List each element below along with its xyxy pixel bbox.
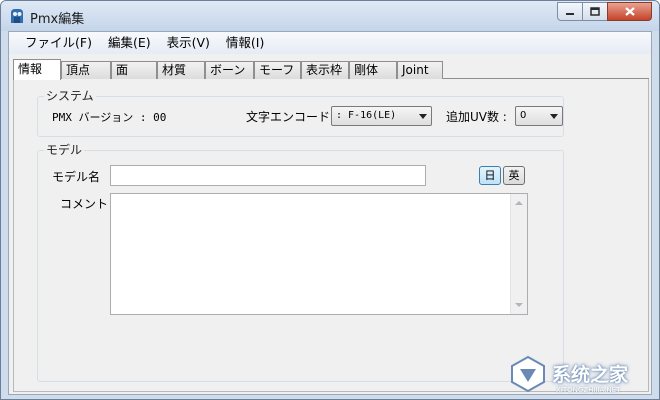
app-window: Pmx編集 ファイル(F) 編集(E) 表示(V) 情報(I) 情報 頂点 面 … <box>0 0 660 400</box>
watermark-logo-icon <box>511 355 545 393</box>
watermark: 系统之家 XITONGZHIJIA.NET <box>496 350 660 400</box>
chevron-down-icon <box>419 114 427 119</box>
menu-bar: ファイル(F) 編集(E) 表示(V) 情報(I) <box>9 32 651 54</box>
encoding-select[interactable]: : F-16(LE) <box>331 106 432 126</box>
tab-joint[interactable]: Joint <box>397 61 443 79</box>
lang-en-button[interactable]: 英 <box>503 166 525 185</box>
menu-file[interactable]: ファイル(F) <box>17 32 100 54</box>
watermark-text: 系统之家 <box>552 364 629 386</box>
scroll-up-icon[interactable] <box>515 201 523 205</box>
uv-count-select[interactable]: 0 <box>515 106 563 126</box>
tab-morph[interactable]: モーフ <box>254 61 301 79</box>
model-group: モデル モデル名 日 英 コメント <box>37 143 564 382</box>
comment-textarea[interactable] <box>110 193 528 315</box>
tab-vertex[interactable]: 頂点 <box>61 61 111 79</box>
maximize-icon <box>590 7 600 16</box>
close-icon <box>624 7 635 16</box>
menu-info[interactable]: 情報(I) <box>218 32 272 54</box>
info-panel: システム PMX バージョン : 00 文字エンコード : F-16(LE) 追… <box>13 79 649 392</box>
comment-label: コメント <box>60 197 109 211</box>
maximize-button[interactable] <box>582 2 608 21</box>
minimize-icon <box>566 12 574 15</box>
encoding-label: 文字エンコード <box>246 110 331 124</box>
menu-view[interactable]: 表示(V) <box>159 32 218 54</box>
model-group-title: モデル <box>44 143 85 157</box>
tab-material[interactable]: 材質 <box>157 61 205 79</box>
minimize-button[interactable] <box>557 2 583 21</box>
close-button[interactable] <box>607 2 652 21</box>
chevron-down-icon <box>550 114 558 119</box>
lang-jp-button[interactable]: 日 <box>479 166 501 185</box>
tab-info[interactable]: 情報 <box>13 59 61 80</box>
pmx-version-label: PMX バージョン : 00 <box>52 111 167 124</box>
system-group: システム PMX バージョン : 00 文字エンコード : F-16(LE) 追… <box>37 89 564 137</box>
tab-display-frame[interactable]: 表示枠 <box>301 61 349 79</box>
menu-edit[interactable]: 編集(E) <box>100 32 159 54</box>
model-name-input[interactable] <box>110 165 426 186</box>
encoding-value: : F-16(LE) <box>336 110 397 121</box>
uv-count-label: 追加UV数 : <box>446 110 507 124</box>
comment-scrollbar[interactable] <box>510 194 527 314</box>
watermark-url: XITONGZHIJIA.NET <box>556 386 621 394</box>
tab-face[interactable]: 面 <box>111 61 157 79</box>
client-area: ファイル(F) 編集(E) 表示(V) 情報(I) 情報 頂点 面 材質 ボーン… <box>8 31 652 395</box>
window-title: Pmx編集 <box>30 12 85 27</box>
system-group-title: システム <box>44 89 96 103</box>
tab-bone[interactable]: ボーン <box>205 61 254 79</box>
tab-rigid-body[interactable]: 剛体 <box>349 61 397 79</box>
title-bar[interactable]: Pmx編集 <box>1 1 659 31</box>
app-icon <box>11 9 23 23</box>
model-name-label: モデル名 <box>52 170 101 184</box>
tab-strip: 情報 頂点 面 材質 ボーン モーフ 表示枠 剛体 Joint <box>13 59 649 80</box>
uv-count-value: 0 <box>520 110 527 121</box>
scroll-down-icon[interactable] <box>515 303 523 307</box>
